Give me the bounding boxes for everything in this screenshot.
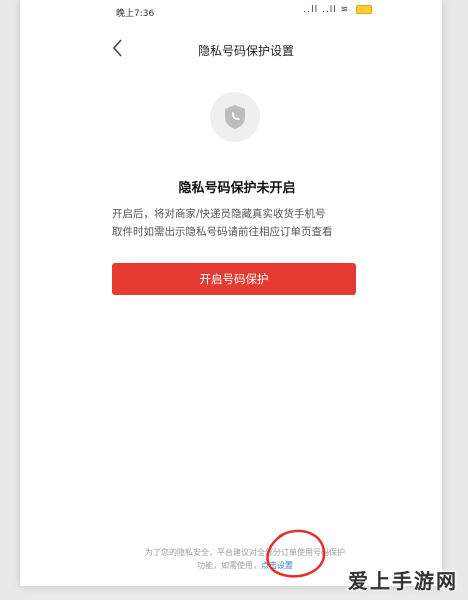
shield-phone-icon — [225, 105, 245, 129]
footer-line-2-text: 功能，如需使用， — [197, 561, 261, 570]
enable-protection-button[interactable]: 开启号码保护 — [112, 263, 356, 295]
status-time: 晚上7:36 — [116, 9, 155, 19]
page-title: 隐私号码保护设置 — [197, 44, 294, 58]
nav-bar: 隐私号码保护设置 — [20, 30, 442, 64]
watermark-logo: 爱上手游网 — [348, 569, 458, 593]
description-line-2: 取件时如需出示隐私号码请前往相应订单页查看 — [112, 226, 333, 238]
status-heading: 隐私号码保护未开启 — [178, 181, 296, 196]
description-line-1: 开启后，将对商家/快递员隐藏真实收货手机号 — [112, 208, 326, 220]
footer-line-1: 为了您的隐私安全，平台建议对全部分订单使用号码保护 — [145, 548, 345, 557]
footer-note: 为了您的隐私安全，平台建议对全部分订单使用号码保护 功能，如需使用，点击设置 — [100, 546, 390, 572]
battery-icon — [356, 5, 372, 14]
signal-wifi-icons: ..ll ..ll ≋ — [303, 5, 350, 15]
description: 开启后，将对商家/快递员隐藏真实收货手机号 取件时如需出示隐私号码请前往相应订单… — [112, 205, 382, 241]
shield-badge — [210, 92, 260, 142]
status-bar: 晚上7:36 ..ll ..ll ≋ — [20, 0, 442, 22]
footer-line-2: 功能，如需使用，点击设置 — [100, 559, 390, 572]
settings-link[interactable]: 点击设置 — [261, 561, 293, 570]
phone-screen: 晚上7:36 ..ll ..ll ≋ 隐私号码保护设置 隐私号码保护未开启 开启… — [20, 0, 442, 586]
status-icons: ..ll ..ll ≋ — [303, 5, 372, 15]
